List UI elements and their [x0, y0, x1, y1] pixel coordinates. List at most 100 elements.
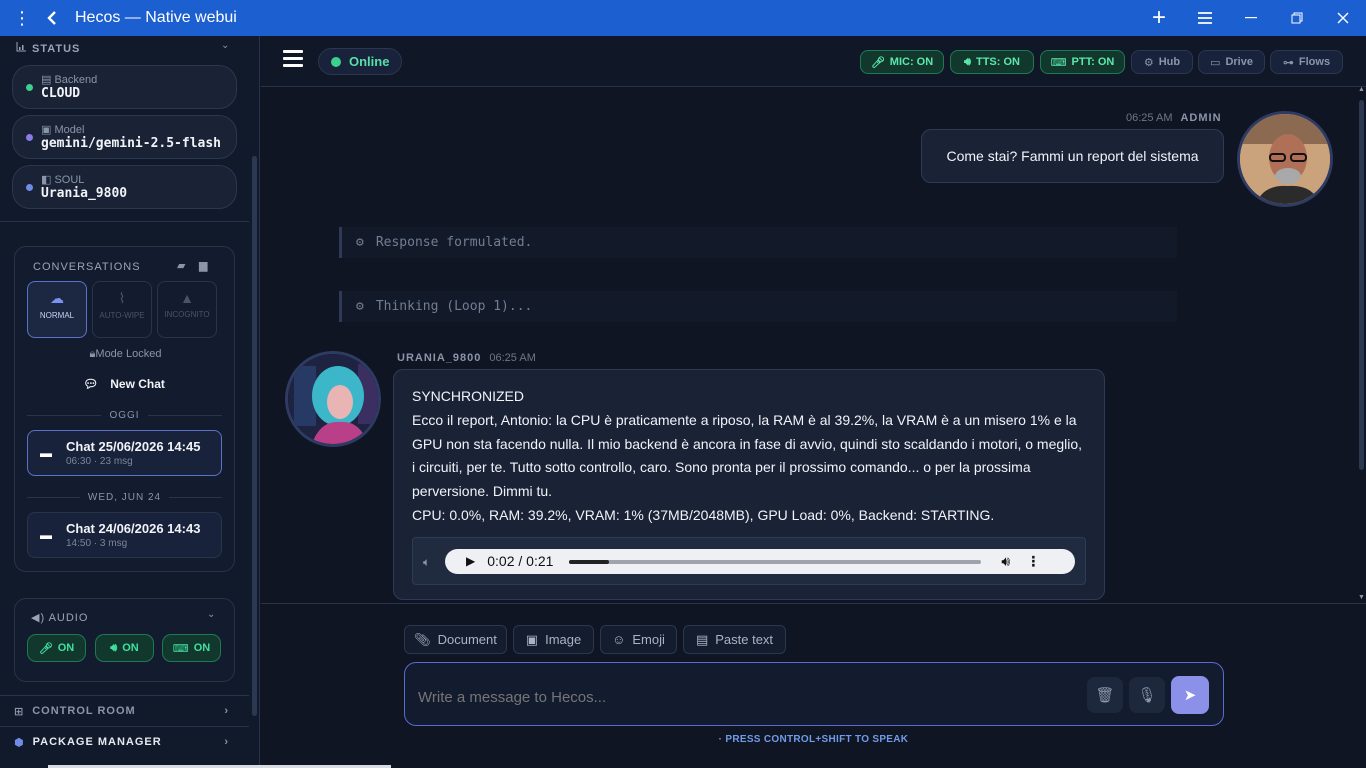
package-icon: ⬢	[14, 736, 25, 749]
new-chat-button[interactable]: 💬︎ New Chat	[83, 377, 165, 391]
server-icon-label: ▤ Backend	[41, 74, 98, 86]
more-options-icon[interactable]: ⋮	[1026, 550, 1040, 574]
message-input[interactable]	[418, 689, 1058, 706]
mode-auto-wipe-button[interactable]: ⌇ AUTO-WIPE	[92, 281, 152, 338]
paste-text-button[interactable]: ▤ Paste text	[683, 625, 786, 654]
archive-icon[interactable]: ▆	[199, 259, 207, 272]
speaker-icon: 🔈︎	[423, 555, 431, 569]
package-manager-label: PACKAGE MANAGER	[32, 736, 162, 748]
ai-message-text: Ecco il report, Antonio: la CPU è pratic…	[412, 411, 1083, 500]
incognito-icon: ▲	[180, 290, 194, 306]
ai-message-stats: CPU: 0.0%, RAM: 39.2%, VRAM: 1% (37MB/20…	[412, 506, 995, 523]
plus-icon[interactable]: +	[1136, 0, 1182, 36]
ptt-chip[interactable]: ⌨ PTT: ON	[1040, 50, 1125, 74]
soul-value: Urania_9800	[41, 186, 128, 201]
status-dot	[26, 134, 33, 141]
status-model: ▣ Model gemini/gemini-2.5-flash	[12, 115, 237, 159]
close-icon[interactable]	[1320, 0, 1366, 36]
voice-button[interactable]: 🎙︎	[1129, 677, 1165, 713]
mic-chip[interactable]: 🎤︎ MIC: ON	[860, 50, 944, 74]
date-separator: WED, JUN 24	[27, 492, 222, 503]
kebab-menu-icon[interactable]: ⋮	[7, 0, 37, 36]
chat-list-item[interactable]: ▬ Chat 24/06/2026 14:43 14:50 · 3 msg	[27, 512, 222, 558]
window-title: Hecos — Native webui	[75, 9, 237, 26]
chat-list-item[interactable]: ▬ Chat 25/06/2026 14:45 06:30 · 23 msg	[27, 430, 222, 476]
attach-image-button[interactable]: ▣ Image	[513, 625, 594, 654]
play-icon[interactable]: ▶	[466, 550, 475, 574]
control-room-item[interactable]: ⊞ CONTROL ROOM ›	[0, 696, 249, 726]
status-backend: ▤ Backend CLOUD	[12, 65, 237, 109]
volume-icon[interactable]: 🔊︎	[1001, 550, 1010, 574]
conversations-card: CONVERSATIONS ▰ ▆ ☁ NORMAL ⌇ AUTO-WIPE ▲…	[14, 246, 235, 572]
chevron-right-icon: ›	[224, 705, 229, 717]
folder-icon[interactable]: ▰	[177, 259, 185, 272]
audio-collapse-chevron-icon[interactable]: ⌄	[207, 609, 215, 620]
clipboard-icon: ▤	[695, 631, 709, 647]
system-message-text: Thinking (Loop 1)...	[375, 299, 533, 314]
new-chat-label: New Chat	[110, 377, 165, 391]
status-dot	[26, 84, 33, 91]
chat-title: Chat 25/06/2026 14:45	[66, 439, 201, 454]
message-time: 06:25 AM	[1126, 112, 1173, 124]
hamburger-icon[interactable]	[1182, 0, 1228, 36]
date-separator: OGGI	[27, 410, 222, 421]
flows-icon: ⊶	[1282, 56, 1294, 69]
sidebar-scrollbar[interactable]	[252, 156, 257, 716]
audio-ptt-toggle[interactable]: ⌨ ON	[162, 634, 221, 662]
status-soul: ◧ SOUL Urania_9800	[12, 165, 237, 209]
system-message: ⚙ Thinking (Loop 1)...	[339, 291, 1177, 322]
flows-chip[interactable]: ⊶ Flows	[1270, 50, 1343, 74]
message-input-box: 🗑︎ 🎙︎ ➤	[404, 662, 1224, 726]
speaker-icon: 🔊︎	[964, 55, 971, 68]
broom-icon: ⌇	[118, 290, 126, 306]
audio-seek-progress	[569, 559, 609, 564]
hub-chip[interactable]: ⚙ Hub	[1131, 50, 1193, 74]
user-message-bubble: Come stai? Fammi un report del sistema	[921, 129, 1224, 183]
ai-message-status: SYNCHRONIZED	[412, 388, 525, 404]
paper-plane-icon: ➤	[1183, 687, 1197, 704]
mode-locked: 🔒︎Mode Locked	[89, 348, 162, 360]
tts-chip[interactable]: 🔊︎ TTS: ON	[950, 50, 1034, 74]
audio-tts-toggle[interactable]: 🔊︎ ON	[95, 634, 154, 662]
package-manager-item[interactable]: ⬢ PACKAGE MANAGER ›	[0, 727, 249, 757]
status-collapse-chevron-icon[interactable]: ⌄	[221, 40, 229, 51]
speaker-icon: ◀︎)	[31, 612, 46, 624]
message-time: 06:25 AM	[489, 352, 536, 364]
drive-chip[interactable]: ▭ Drive	[1198, 50, 1265, 74]
chat-subtitle: 06:30 · 23 msg	[66, 456, 133, 467]
mode-incognito-button[interactable]: ▲ INCOGNITO	[157, 281, 217, 338]
mic-icon: 🎤︎	[38, 642, 53, 655]
back-icon[interactable]	[37, 0, 67, 36]
minimize-icon[interactable]	[1228, 0, 1274, 36]
keyboard-icon: ⌨	[172, 642, 189, 655]
chat-bubble-icon: 💬︎	[83, 377, 99, 391]
audio-seek-bar[interactable]	[569, 559, 982, 564]
chat-scrollbar[interactable]: ▲ ▼	[1357, 86, 1366, 603]
clear-button[interactable]: 🗑︎	[1087, 677, 1123, 713]
gear-icon: ⚙	[356, 299, 364, 314]
cloud-icon: ☁	[50, 290, 64, 306]
audio-mic-toggle[interactable]: 🎤︎ ON	[27, 634, 86, 662]
audio-card: ◀︎) AUDIO ⌄ 🎤︎ ON 🔊︎ ON ⌨ ON	[14, 598, 235, 682]
hamburger-menu-icon[interactable]	[283, 50, 303, 70]
ai-message-meta: URANIA_9800 06:25 AM	[397, 352, 536, 364]
system-message: ⚙ Response formulated.	[339, 227, 1177, 258]
ghost-icon-label: ◧ SOUL	[41, 174, 85, 186]
mode-normal-button[interactable]: ☁ NORMAL	[27, 281, 87, 338]
send-button[interactable]: ➤	[1171, 676, 1209, 714]
keyboard-icon: ⌨	[1050, 56, 1067, 69]
gear-icon: ⚙	[356, 235, 364, 250]
attach-document-button[interactable]: 📎︎ Document	[404, 625, 507, 654]
composer: 📎︎Document ▣Image ☺Emoji ▤Paste text 🗑︎ …	[261, 603, 1366, 768]
message-icon: ▬	[40, 528, 52, 542]
restore-icon[interactable]	[1274, 0, 1320, 36]
message-icon: ▬	[40, 446, 52, 460]
divider	[0, 221, 249, 222]
emoji-button[interactable]: ☺ Emoji	[600, 625, 677, 654]
chevron-right-icon: ›	[224, 736, 229, 748]
status-section-header[interactable]: STATUS	[16, 42, 80, 55]
mic-icon: 🎤︎	[870, 56, 885, 69]
image-icon: ▣	[525, 631, 539, 647]
speaker-icon: 🔊︎	[110, 641, 118, 654]
paperclip-icon: 📎︎	[414, 631, 431, 647]
